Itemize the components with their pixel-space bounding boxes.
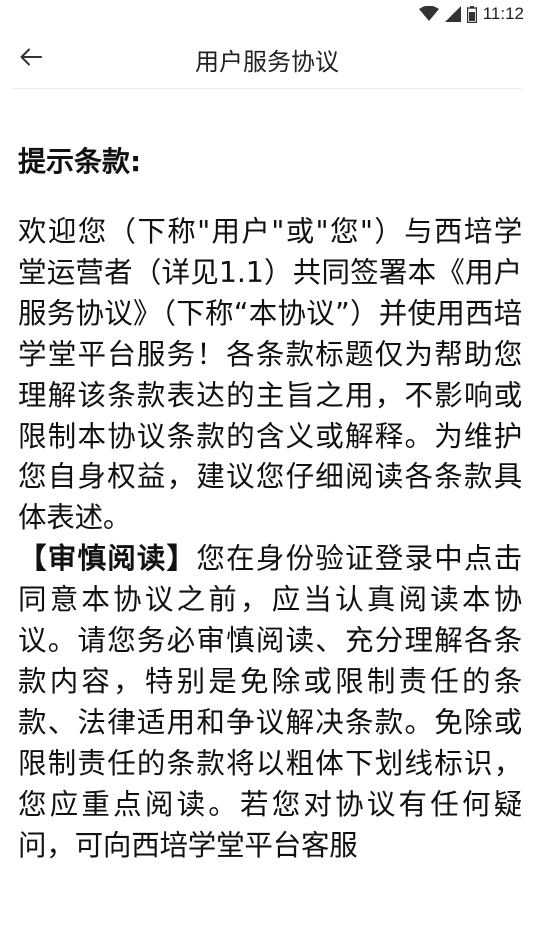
paragraph-welcome: 欢迎您（下称"用户"或"您"）与西培学堂运营者（详见1.1）共同签署本《用户服务… bbox=[18, 215, 522, 535]
wifi-icon bbox=[418, 6, 439, 22]
battery-icon bbox=[466, 5, 477, 23]
paragraph-careful-reading: 【审慎阅读】您在身份验证登录中点击同意本协议之前，应当认真阅读本协议。请您务必审… bbox=[18, 539, 522, 866]
section-title: 提示条款: bbox=[18, 145, 142, 178]
app-bar: 用户服务协议 bbox=[0, 28, 534, 88]
header-divider bbox=[12, 88, 522, 89]
status-time: 11:12 bbox=[482, 4, 524, 23]
careful-reading-heading: 【审慎阅读】 bbox=[18, 542, 197, 576]
careful-reading-text: 您在身份验证登录中点击同意本协议之前，应当认真阅读本协议。请您务必审慎阅读、充分… bbox=[18, 542, 522, 862]
status-bar: 11:12 bbox=[0, 0, 534, 28]
cellular-signal-icon bbox=[444, 6, 461, 22]
page-title: 用户服务协议 bbox=[195, 48, 339, 76]
agreement-content: 提示条款: 欢迎您（下称"用户"或"您"）与西培学堂运营者（详见1.1）共同签署… bbox=[18, 138, 522, 867]
